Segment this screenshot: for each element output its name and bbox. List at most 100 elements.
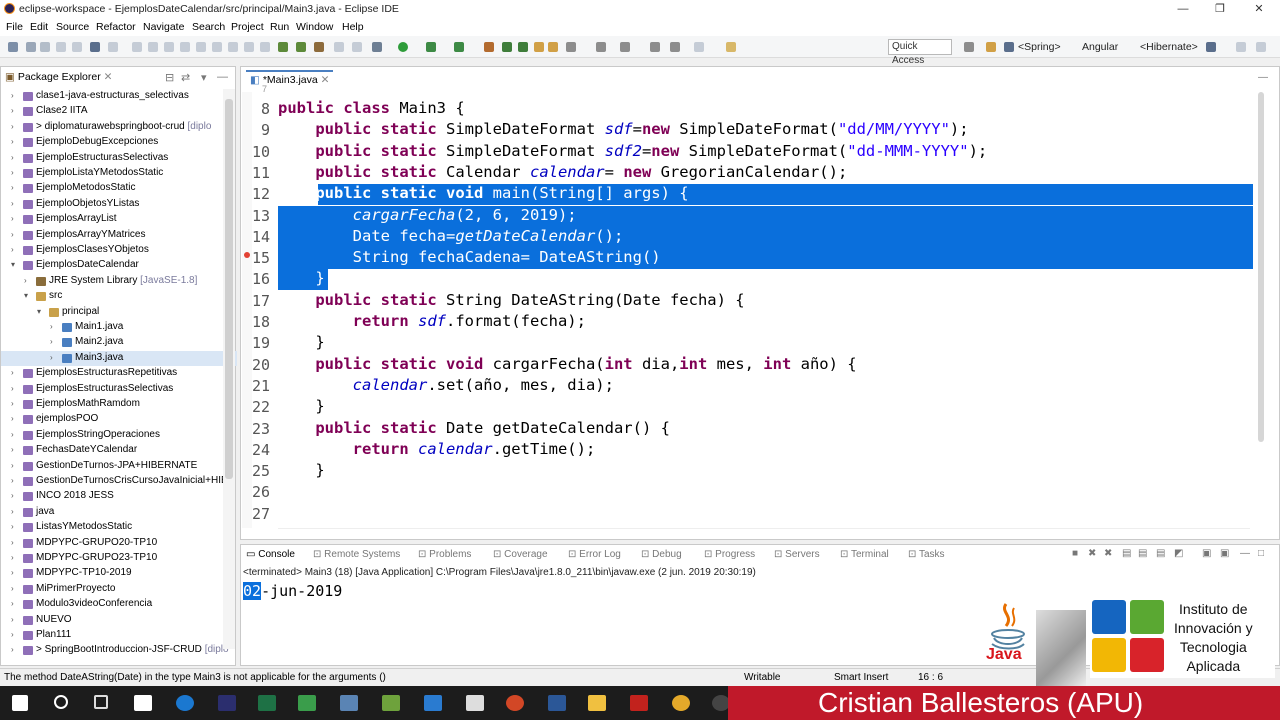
tree-item[interactable]: › Modulo3videoConferencia: [1, 597, 237, 612]
tab-error-log[interactable]: ⊡ Error Log: [568, 549, 621, 560]
editor-horizontal-scrollbar[interactable]: [278, 528, 1250, 537]
editor-tab-main3[interactable]: ◧ *Main3.java ✕: [246, 70, 334, 88]
camtasia-icon[interactable]: [298, 695, 316, 711]
tab-terminal[interactable]: ⊡ Terminal: [840, 549, 889, 560]
menu-file[interactable]: File: [6, 21, 23, 33]
tree-item[interactable]: › MiPrimerProyecto: [1, 582, 237, 597]
debug-icon[interactable]: [372, 42, 382, 52]
tree-item[interactable]: › MDPYPC-GRUPO20-TP10: [1, 536, 237, 551]
open-type-icon[interactable]: [334, 42, 344, 52]
code-line[interactable]: 17 public static String DateAString(Date…: [0, 291, 1040, 312]
code-line[interactable]: 23 public static Date getDateCalendar() …: [0, 419, 1040, 440]
tree-item[interactable]: › Plan111: [1, 628, 237, 643]
excel-icon[interactable]: [258, 695, 276, 711]
code-line[interactable]: 13 cargarFecha(2, 6, 2019);: [0, 206, 1040, 227]
quick-access-input[interactable]: Quick Access: [888, 39, 952, 66]
perspective-angular[interactable]: Angular: [1082, 41, 1118, 53]
save-all-icon[interactable]: [40, 42, 50, 52]
chevron-right-icon[interactable]: ›: [11, 615, 14, 624]
tab-tasks[interactable]: ⊡ Tasks: [908, 549, 945, 560]
code-line[interactable]: 16 }: [0, 269, 1040, 290]
terminal-icon[interactable]: [90, 42, 100, 52]
spring-boot-icon[interactable]: [296, 42, 306, 52]
back-icon[interactable]: [670, 42, 680, 52]
code-line[interactable]: 22 }: [0, 397, 1040, 418]
forward-icon[interactable]: [694, 42, 704, 52]
resume-icon[interactable]: [148, 42, 158, 52]
console-output[interactable]: 02-jun-2019: [243, 582, 342, 600]
code-line[interactable]: 25 }: [0, 461, 1040, 482]
coverage-icon[interactable]: [426, 42, 436, 52]
console-remove-icon[interactable]: ✖: [1088, 548, 1096, 559]
new-icon[interactable]: [8, 42, 18, 52]
console-minimize-icon[interactable]: —: [1240, 548, 1250, 559]
code-line[interactable]: 18 return sdf.format(fecha);: [0, 312, 1040, 333]
chevron-right-icon[interactable]: ›: [11, 645, 14, 654]
tab-coverage[interactable]: ⊡ Coverage: [493, 549, 548, 560]
run-icon[interactable]: [398, 42, 408, 52]
code-line[interactable]: 19 }: [0, 333, 1040, 354]
code-line[interactable]: 12 public static void main(String[] args…: [0, 184, 1040, 205]
open-project-icon[interactable]: [548, 42, 558, 52]
stop-icon[interactable]: [180, 42, 190, 52]
chrome-icon[interactable]: [672, 695, 690, 711]
code-line[interactable]: 9 public static SimpleDateFormat sdf=new…: [0, 120, 1040, 141]
menu-edit[interactable]: Edit: [30, 21, 48, 33]
view-menu-icon[interactable]: ▾: [201, 71, 207, 84]
tab-remote-systems[interactable]: ⊡ Remote Systems: [313, 549, 400, 560]
minimize-button[interactable]: —: [1164, 0, 1202, 18]
search-taskbar-icon[interactable]: [54, 695, 68, 709]
pin-editor-icon[interactable]: [726, 42, 736, 52]
tree-item[interactable]: › MDPYPC-GRUPO23-TP10: [1, 551, 237, 566]
maximize-view-icon[interactable]: [1256, 42, 1266, 52]
print-icon[interactable]: [56, 42, 66, 52]
spring-tool-suite-icon[interactable]: [382, 695, 400, 711]
suspend-icon[interactable]: [164, 42, 174, 52]
minimize-panel-icon[interactable]: —: [217, 71, 228, 83]
open-perspective-icon[interactable]: [964, 42, 974, 52]
menu-refactor[interactable]: Refactor: [96, 21, 136, 33]
editor-scroll-thumb[interactable]: [1258, 92, 1264, 442]
console-remove-all-icon[interactable]: ✖: [1104, 548, 1112, 559]
menu-run[interactable]: Run: [270, 21, 289, 33]
task-view-icon[interactable]: [94, 695, 108, 709]
java-ee-perspective-icon[interactable]: [986, 42, 996, 52]
maximize-button[interactable]: ❐: [1201, 0, 1239, 18]
menu-project[interactable]: Project: [231, 21, 264, 33]
step-return-icon[interactable]: [244, 42, 254, 52]
vscode-icon[interactable]: [424, 695, 442, 711]
link-editor-icon[interactable]: ⇄: [181, 71, 190, 84]
java-perspective-icon[interactable]: [1004, 42, 1014, 52]
step-into-icon[interactable]: [212, 42, 222, 52]
debug-perspective-icon[interactable]: [1206, 42, 1216, 52]
disconnect-icon[interactable]: [196, 42, 206, 52]
photoshop-icon[interactable]: [218, 695, 236, 711]
code-line[interactable]: 26: [0, 482, 1040, 503]
console-clear-icon[interactable]: ▤: [1122, 548, 1131, 559]
chevron-right-icon[interactable]: ›: [11, 538, 14, 547]
code-line[interactable]: 15 String fechaCadena= DateAString(): [0, 248, 1040, 269]
menu-help[interactable]: Help: [342, 21, 364, 33]
skip-icon[interactable]: [132, 42, 142, 52]
app-icon[interactable]: [340, 695, 358, 711]
toggle-icon[interactable]: [108, 42, 118, 52]
new-java-project-icon[interactable]: [484, 42, 494, 52]
editor-scrollbar[interactable]: [1256, 92, 1266, 528]
close-view-icon[interactable]: ✕: [104, 71, 113, 83]
tab-progress[interactable]: ⊡ Progress: [704, 549, 755, 560]
code-line[interactable]: 21 calendar.set(año, mes, dia);: [0, 376, 1040, 397]
console-open-icon[interactable]: ▣: [1220, 548, 1229, 559]
save-icon[interactable]: [26, 42, 36, 52]
perspective-spring[interactable]: <Spring>: [1018, 41, 1061, 53]
chevron-right-icon[interactable]: ›: [11, 553, 14, 562]
windows-start-icon[interactable]: [12, 695, 28, 711]
code-line[interactable]: 8 public class Main3 {: [0, 99, 1040, 120]
menu-navigate[interactable]: Navigate: [143, 21, 184, 33]
tab-debug[interactable]: ⊡ Debug: [641, 549, 682, 560]
annotation-next-icon[interactable]: [596, 42, 606, 52]
code-line[interactable]: 14 Date fecha=getDateCalendar();: [0, 227, 1040, 248]
spring-icon[interactable]: [278, 42, 288, 52]
code-line[interactable]: 27: [0, 504, 1040, 525]
tab-servers[interactable]: ⊡ Servers: [774, 549, 820, 560]
drop-frame-icon[interactable]: [260, 42, 270, 52]
